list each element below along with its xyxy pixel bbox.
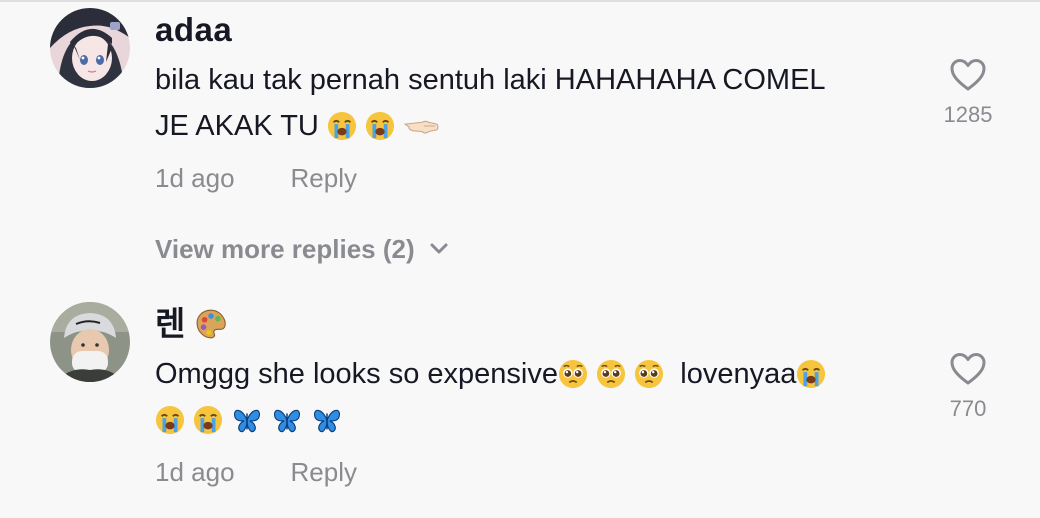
heart-icon[interactable]: [949, 352, 987, 386]
comment-text-line-2: JE AKAK TU: [155, 110, 319, 142]
avatar[interactable]: [50, 302, 130, 382]
comment-time: 1d ago: [155, 163, 235, 193]
blue-butterfly-emoji: [311, 405, 343, 435]
blue-butterfly-emoji: [271, 405, 303, 435]
view-more-replies-button[interactable]: View more replies (2): [155, 232, 449, 266]
loudly-crying-face-emoji: [193, 405, 223, 435]
comments-screen: adaa bila kau tak pernah sentuh laki HAH…: [0, 0, 1040, 518]
loudly-crying-face-emoji: [365, 111, 395, 141]
photo-avatar-image: [50, 302, 130, 382]
like-block: 770: [928, 352, 1008, 422]
view-more-replies-label: View more replies (2): [155, 234, 415, 264]
comment-item: adaa bila kau tak pernah sentuh laki HAH…: [0, 0, 1040, 290]
reply-button[interactable]: Reply: [291, 162, 357, 194]
like-count: 1285: [943, 102, 993, 127]
comment-text: Omggg she looks so expensive lovenyaa: [155, 351, 915, 443]
anime-avatar-image: [50, 8, 130, 88]
comment-item: 렌 Omggg she looks so expensive lovenyaa …: [0, 292, 1040, 518]
artist-palette-emoji: [194, 307, 228, 341]
username[interactable]: adaa: [155, 10, 232, 50]
heart-icon[interactable]: [949, 58, 987, 92]
blue-butterfly-emoji: [231, 405, 263, 435]
avatar[interactable]: [50, 8, 130, 88]
pleading-face-emoji: [634, 359, 664, 389]
comment-text-part-2: lovenyaa: [680, 358, 797, 390]
comment-meta: 1d ago Reply: [155, 456, 357, 488]
left-pointing-hand-emoji: [403, 111, 441, 141]
comment-meta: 1d ago Reply: [155, 162, 357, 194]
comment-text: bila kau tak pernah sentuh laki HAHAHAHA…: [155, 57, 915, 149]
pleading-face-emoji: [596, 359, 626, 389]
comment-text-line-1: bila kau tak pernah sentuh laki HAHAHAHA…: [155, 64, 826, 96]
comment-time: 1d ago: [155, 457, 235, 487]
username-text: 렌: [155, 305, 186, 342]
loudly-crying-face-emoji: [327, 111, 357, 141]
username[interactable]: 렌: [155, 304, 228, 344]
reply-button[interactable]: Reply: [291, 456, 357, 488]
like-block: 1285: [928, 58, 1008, 128]
chevron-down-icon: [430, 243, 448, 254]
pleading-face-emoji: [558, 359, 588, 389]
like-count: 770: [949, 396, 987, 421]
loudly-crying-face-emoji: [796, 359, 826, 389]
comment-text-part-1: Omggg she looks so expensive: [155, 358, 558, 390]
loudly-crying-face-emoji: [155, 405, 185, 435]
